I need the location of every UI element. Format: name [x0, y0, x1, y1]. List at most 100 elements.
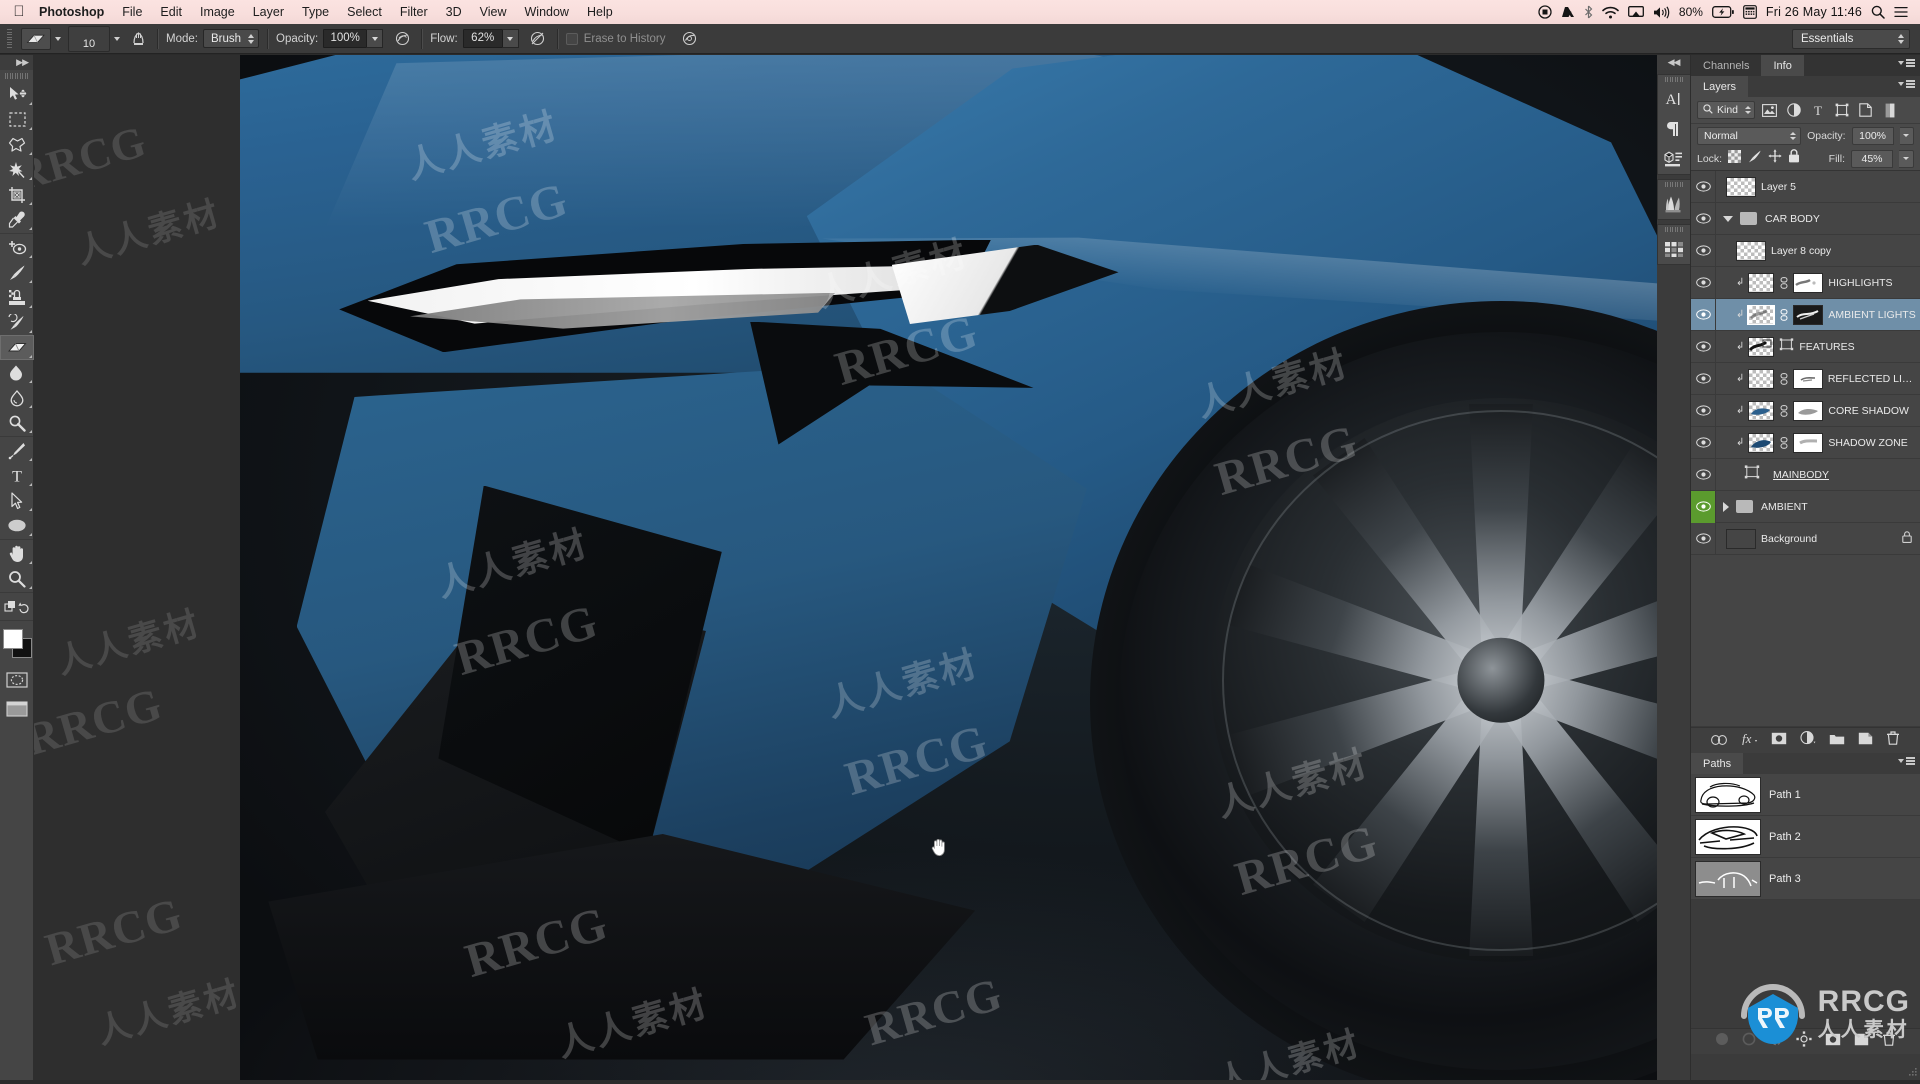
- path-name[interactable]: Path 3: [1769, 873, 1801, 885]
- brush-size-value[interactable]: 10: [68, 26, 110, 52]
- layer-mask-thumbnail[interactable]: [1793, 401, 1823, 421]
- artwork-image[interactable]: [240, 55, 1657, 1080]
- new-group-icon[interactable]: [1829, 732, 1845, 750]
- menu-item-filter[interactable]: Filter: [391, 0, 437, 24]
- window-resize-grip[interactable]: [1906, 1066, 1918, 1078]
- dock-group-grip[interactable]: [1658, 225, 1690, 234]
- layer-visibility-toggle[interactable]: [1691, 331, 1716, 363]
- brushes-panel-icon[interactable]: [1658, 189, 1690, 219]
- layer-opacity-dropdown-icon[interactable]: [1900, 127, 1914, 145]
- fill-dropdown-icon[interactable]: [1899, 150, 1914, 168]
- layer-thumbnail[interactable]: [1726, 177, 1756, 197]
- table-row[interactable]: ↳ REFLECTED LIGH...: [1691, 363, 1920, 395]
- eyedropper-tool[interactable]: [0, 207, 34, 232]
- menu-item-view[interactable]: View: [471, 0, 516, 24]
- eraser-tool[interactable]: [0, 335, 34, 360]
- table-row[interactable]: Layer 5: [1691, 171, 1920, 203]
- layer-kind-stepper-icon[interactable]: [1745, 106, 1751, 114]
- table-row[interactable]: Layer 8 copy: [1691, 235, 1920, 267]
- volume-icon[interactable]: [1653, 6, 1670, 19]
- dodge-tool[interactable]: [0, 410, 34, 435]
- workspace-select[interactable]: Essentials: [1792, 29, 1910, 49]
- dock-group-grip[interactable]: [1658, 180, 1690, 189]
- link-mask-icon[interactable]: [1779, 404, 1788, 417]
- layer-name[interactable]: AMBIENT: [1761, 501, 1808, 513]
- tab-channels[interactable]: Channels: [1691, 55, 1761, 76]
- flow-dropdown-icon[interactable]: [503, 29, 519, 48]
- list-item[interactable]: Path 3: [1691, 858, 1920, 900]
- layer-mask-thumbnail[interactable]: [1793, 369, 1823, 389]
- table-row[interactable]: AMBIENT: [1691, 491, 1920, 523]
- group-disclosure-icon[interactable]: [1723, 216, 1733, 222]
- layer-name[interactable]: SHADOW ZONE: [1828, 437, 1907, 449]
- marquee-tool[interactable]: [0, 107, 34, 132]
- layer-name[interactable]: Background: [1761, 533, 1817, 545]
- erase-to-history-checkbox[interactable]: [566, 33, 578, 45]
- pixel-filter-icon[interactable]: [1760, 101, 1779, 120]
- layer-visibility-toggle[interactable]: [1691, 299, 1716, 331]
- mode-select[interactable]: Brush: [203, 29, 259, 48]
- paths-panel-menu-icon[interactable]: [1898, 757, 1915, 765]
- document-canvas[interactable]: 人人素材 RRCG 人人素材 RRCG 人人素材 RRCG 人人素材 RRCG …: [34, 55, 1657, 1080]
- layer-opacity-value[interactable]: 100%: [1852, 127, 1894, 145]
- edit-toolbar-icon[interactable]: [0, 594, 34, 619]
- lock-image-icon[interactable]: [1747, 150, 1762, 168]
- layer-visibility-toggle[interactable]: [1691, 203, 1716, 235]
- table-row[interactable]: ↳ FEATURES: [1691, 331, 1920, 363]
- dock-collapse-button[interactable]: ◀◀: [1657, 55, 1690, 70]
- layer-thumbnail[interactable]: [1748, 273, 1774, 293]
- brush-panel-icon[interactable]: [127, 28, 149, 50]
- layer-visibility-toggle[interactable]: [1691, 459, 1716, 491]
- table-row[interactable]: ↳ HIGHLIGHTS: [1691, 267, 1920, 299]
- shape-tool[interactable]: [0, 513, 34, 538]
- smartobject-filter-icon[interactable]: [1856, 101, 1875, 120]
- eraser-tool-icon[interactable]: [21, 28, 51, 50]
- apple-icon[interactable]: : [8, 4, 30, 21]
- layer-name[interactable]: AMBIENT LIGHTS: [1828, 309, 1915, 321]
- tab-paths[interactable]: Paths: [1691, 753, 1743, 774]
- quick-mask-icon[interactable]: [0, 667, 34, 692]
- dock-group-grip[interactable]: [1658, 75, 1690, 84]
- tools-collapse-button[interactable]: ▶▶: [0, 55, 33, 70]
- tab-layers[interactable]: Layers: [1691, 76, 1748, 97]
- properties-panel-icon[interactable]: [1658, 144, 1690, 174]
- zoom-tool[interactable]: [0, 566, 34, 591]
- google-drive-icon[interactable]: [1561, 6, 1575, 19]
- layer-thumbnail[interactable]: [1726, 529, 1756, 549]
- brush-preset-caret-icon[interactable]: [114, 37, 120, 41]
- menu-item-select[interactable]: Select: [338, 0, 391, 24]
- table-row[interactable]: Background: [1691, 523, 1920, 555]
- layer-visibility-toggle[interactable]: [1691, 171, 1716, 203]
- layer-thumbnail[interactable]: [1748, 433, 1774, 453]
- character-panel-icon[interactable]: A: [1658, 84, 1690, 114]
- table-row[interactable]: ↳ AMBIENT LIGHTS: [1691, 299, 1920, 331]
- adjustment-layer-icon[interactable]: [1800, 731, 1816, 750]
- menu-app-name[interactable]: Photoshop: [30, 0, 113, 24]
- layer-name[interactable]: MAINBODY: [1773, 469, 1829, 481]
- filter-toggle-icon[interactable]: [1880, 101, 1899, 120]
- layer-visibility-toggle[interactable]: [1691, 427, 1716, 459]
- pen-tool[interactable]: [0, 438, 34, 463]
- opacity-value[interactable]: 100%: [323, 29, 367, 48]
- layers-list[interactable]: Layer 5 CAR BODY: [1691, 171, 1920, 555]
- lasso-tool[interactable]: [0, 132, 34, 157]
- shape-filter-icon[interactable]: [1832, 101, 1851, 120]
- control-center-icon[interactable]: [1894, 6, 1908, 18]
- airbrush-icon[interactable]: [527, 28, 549, 50]
- path-name[interactable]: Path 1: [1769, 789, 1801, 801]
- layer-thumbnail[interactable]: [1736, 241, 1766, 261]
- blend-mode-stepper-icon[interactable]: [1790, 132, 1796, 140]
- lock-all-icon[interactable]: [1788, 149, 1800, 168]
- layers-panel-menu-icon[interactable]: [1898, 80, 1915, 88]
- fill-value[interactable]: 45%: [1851, 150, 1893, 168]
- layer-thumbnail[interactable]: [1748, 401, 1774, 421]
- type-filter-icon[interactable]: T: [1808, 101, 1827, 120]
- flow-value[interactable]: 62%: [463, 29, 503, 48]
- fill-path-icon[interactable]: [1715, 1032, 1729, 1051]
- menu-item-window[interactable]: Window: [516, 0, 578, 24]
- layer-visibility-toggle[interactable]: [1691, 523, 1716, 555]
- layer-name[interactable]: HIGHLIGHTS: [1828, 277, 1892, 289]
- layer-name[interactable]: CORE SHADOW: [1828, 405, 1909, 417]
- menu-item-help[interactable]: Help: [578, 0, 622, 24]
- layer-style-fx-icon[interactable]: fx: [1740, 731, 1758, 750]
